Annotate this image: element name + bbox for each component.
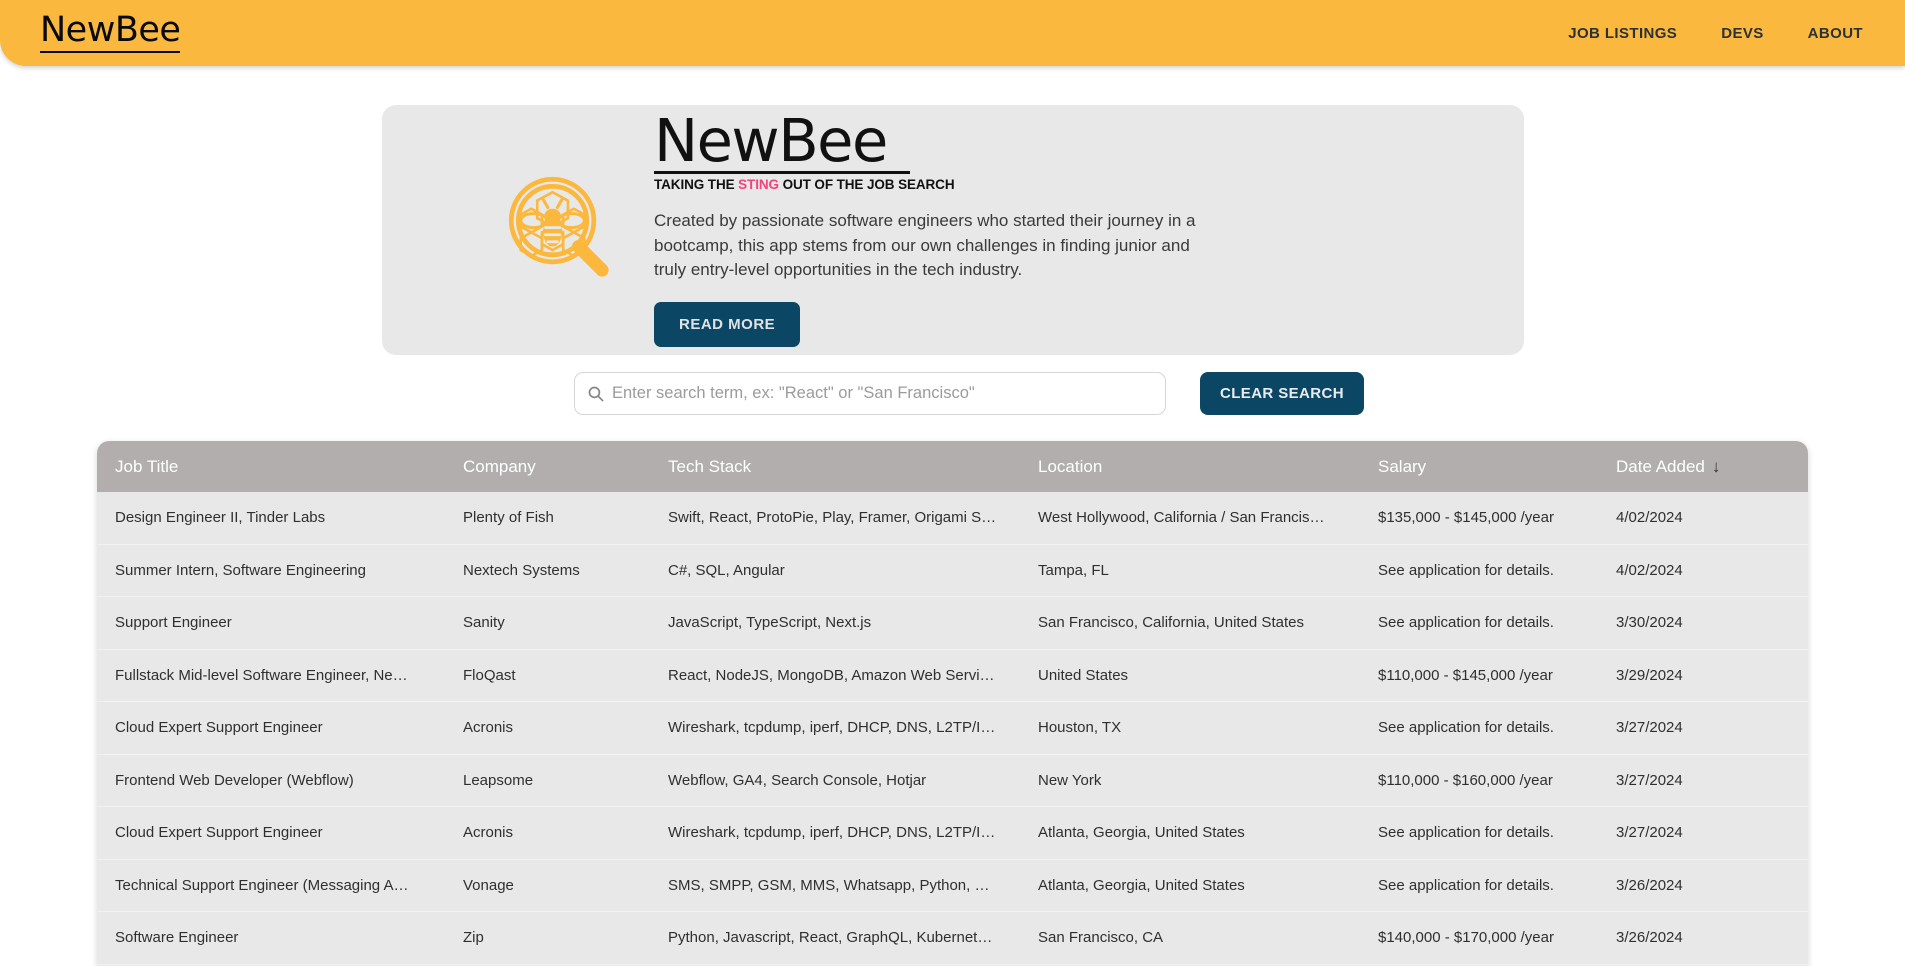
cell-salary: $110,000 - $160,000 /year	[1378, 771, 1553, 789]
hero-wordmark: NewBee	[654, 106, 888, 176]
cell-location: Tampa, FL	[1038, 561, 1109, 579]
table-row[interactable]: Support Engineer Sanity JavaScript, TypeSc…	[97, 597, 1808, 650]
table-row[interactable]: Cloud Expert Support Engineer Acronis Wire…	[97, 807, 1808, 860]
cell-job-title: Frontend Web Developer (Webflow)	[115, 771, 354, 789]
column-header-job-title[interactable]: Job Title	[115, 457, 415, 477]
cell-date-added: 3/27/2024	[1616, 719, 1683, 737]
cell-date-added: 3/27/2024	[1616, 771, 1683, 789]
table-row[interactable]: Fullstack Mid-level Software Engineer, N…	[97, 650, 1808, 702]
cell-job-title: Support Engineer	[115, 614, 232, 632]
search-row: CLEAR SEARCH	[574, 372, 1364, 415]
cell-tech-stack: SMS, SMPP, GSM, MMS, Whatsapp, Python, R…	[668, 876, 998, 894]
cell-date-added: 4/02/2024	[1616, 561, 1683, 579]
cell-tech-stack: React, NodeJS, MongoDB, Amazon Web Servi…	[668, 666, 998, 684]
hero-tagline: TAKING THE STING OUT OF THE JOB SEARCH	[654, 177, 1224, 192]
cell-tech-stack: JavaScript, TypeScript, Next.js	[668, 614, 872, 632]
column-header-date-added-label: Date Added	[1616, 456, 1705, 476]
cell-tech-stack: Webflow, GA4, Search Console, Hotjar	[668, 771, 927, 789]
cell-job-title: Technical Support Engineer (Messaging AP…	[115, 876, 415, 894]
cell-company: Sanity	[463, 614, 505, 632]
table-row[interactable]: Design Engineer II, Tinder Labs Plenty of…	[97, 492, 1808, 545]
nav-link-about[interactable]: ABOUT	[1808, 25, 1863, 42]
cell-salary: See application for details.	[1378, 561, 1554, 579]
main-navigation: JOB LISTINGS DEVS ABOUT	[1568, 25, 1863, 42]
hero-logo-container	[382, 171, 642, 289]
cell-tech-stack: Wireshark, tcpdump, iperf, DHCP, DNS, L2…	[668, 824, 998, 842]
cell-company: Plenty of Fish	[463, 509, 554, 527]
cell-date-added: 3/26/2024	[1616, 929, 1683, 947]
column-header-salary[interactable]: Salary	[1378, 457, 1588, 477]
job-listings-table: Job Title Company Tech Stack Location Sa…	[97, 441, 1808, 966]
cell-company: Nextech Systems	[463, 561, 580, 579]
cell-location: San Francisco, CA	[1038, 929, 1164, 947]
hero-about-card: NewBee TAKING THE STING OUT OF THE JOB S…	[382, 105, 1524, 355]
cell-location: New York	[1038, 771, 1102, 789]
table-row[interactable]: Cloud Expert Support Engineer Acronis Wire…	[97, 702, 1808, 755]
tagline-before: TAKING THE	[654, 177, 739, 193]
brand-logo[interactable]: NewBee	[40, 13, 181, 53]
cell-date-added: 3/30/2024	[1616, 614, 1683, 632]
cell-company: FloQast	[463, 666, 516, 684]
tagline-sting: STING	[738, 177, 779, 193]
hero-text-block: NewBee TAKING THE STING OUT OF THE JOB S…	[642, 106, 1224, 347]
cell-company: Leapsome	[463, 771, 534, 789]
cell-tech-stack: Python, Javascript, React, GraphQL, Kube…	[668, 929, 998, 947]
cell-salary: See application for details.	[1378, 719, 1554, 737]
cell-date-added: 3/27/2024	[1616, 824, 1683, 842]
cell-salary: See application for details.	[1378, 876, 1554, 894]
cell-company: Zip	[463, 929, 484, 947]
cell-salary: See application for details.	[1378, 614, 1554, 632]
cell-location: Atlanta, Georgia, United States	[1038, 824, 1245, 842]
cell-salary: $110,000 - $145,000 /year	[1378, 666, 1553, 684]
cell-salary: See application for details.	[1378, 824, 1554, 842]
clear-search-button[interactable]: CLEAR SEARCH	[1200, 372, 1364, 415]
sort-descending-arrow-icon: ↓	[1711, 457, 1721, 476]
cell-tech-stack: Wireshark, tcpdump, iperf, DHCP, DNS, L2…	[668, 719, 998, 737]
cell-job-title: Cloud Expert Support Engineer	[115, 719, 323, 737]
hero-description: Created by passionate software engineers…	[654, 211, 1196, 280]
cell-job-title: Design Engineer II, Tinder Labs	[115, 509, 326, 527]
read-more-button[interactable]: READ MORE	[654, 301, 801, 347]
tagline-after: OUT OF THE JOB SEARCH	[778, 177, 955, 193]
cell-date-added: 3/26/2024	[1616, 876, 1683, 894]
cell-company: Acronis	[463, 824, 514, 842]
search-icon	[588, 386, 604, 402]
cell-location: West Hollywood, California / San Francis…	[1038, 509, 1325, 527]
cell-location: Houston, TX	[1038, 719, 1122, 737]
cell-salary: $135,000 - $145,000 /year	[1378, 509, 1554, 527]
cell-job-title: Summer Intern, Software Engineering	[115, 561, 366, 579]
nav-link-job-listings[interactable]: JOB LISTINGS	[1568, 25, 1677, 42]
table-row[interactable]: Technical Support Engineer (Messaging AP…	[97, 860, 1808, 912]
table-row[interactable]: Software Engineer Zip Python, Javascript, …	[97, 912, 1808, 965]
cell-job-title: Cloud Expert Support Engineer	[115, 824, 323, 842]
cell-tech-stack: Swift, React, ProtoPie, Play, Framer, Or…	[668, 509, 998, 527]
cell-location: United States	[1038, 666, 1129, 684]
search-box[interactable]	[574, 372, 1166, 415]
column-header-location[interactable]: Location	[1038, 457, 1328, 477]
table-row[interactable]: Frontend Web Developer (Webflow) Leapsome…	[97, 755, 1808, 807]
cell-company: Vonage	[463, 876, 514, 894]
bee-magnifier-logo-icon	[508, 176, 609, 277]
column-header-tech-stack[interactable]: Tech Stack	[668, 457, 998, 477]
top-navbar: NewBee JOB LISTINGS DEVS ABOUT	[0, 0, 1905, 66]
nav-link-devs[interactable]: DEVS	[1721, 25, 1763, 42]
cell-job-title: Software Engineer	[115, 929, 239, 947]
cell-date-added: 3/29/2024	[1616, 666, 1683, 684]
cell-company: Acronis	[463, 719, 514, 737]
table-body[interactable]: Design Engineer II, Tinder Labs Plenty of…	[97, 492, 1808, 966]
cell-tech-stack: C#, SQL, Angular	[668, 561, 785, 579]
cell-date-added: 4/02/2024	[1616, 509, 1683, 527]
column-header-date-added[interactable]: Date Added ↓	[1616, 457, 1771, 477]
cell-salary: $140,000 - $170,000 /year	[1378, 929, 1554, 947]
search-input[interactable]	[612, 384, 1152, 403]
cell-location: Atlanta, Georgia, United States	[1038, 876, 1245, 894]
column-header-company[interactable]: Company	[463, 457, 628, 477]
table-row[interactable]: Summer Intern, Software Engineering Nexte…	[97, 545, 1808, 597]
table-header-row: Job Title Company Tech Stack Location Sa…	[97, 441, 1808, 492]
cell-location: San Francisco, California, United States	[1038, 614, 1304, 632]
cell-job-title: Fullstack Mid-level Software Engineer, N…	[115, 666, 415, 684]
